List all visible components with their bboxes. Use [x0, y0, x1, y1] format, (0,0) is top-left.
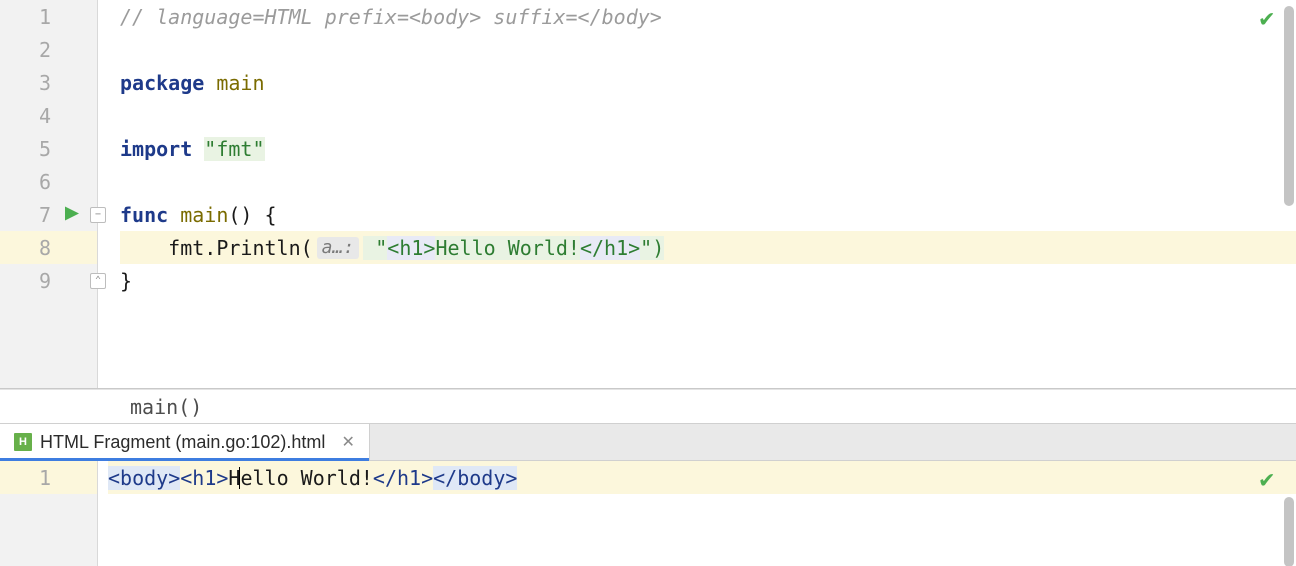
tab-title: HTML Fragment (main.go:102).html: [40, 432, 325, 453]
closing-brace: }: [120, 269, 132, 293]
embedded-tag-open: <h1>: [387, 236, 435, 260]
line-number[interactable]: 3: [0, 66, 97, 99]
import-path: "fmt": [204, 137, 264, 161]
func-signature-tail: () {: [228, 203, 276, 227]
kw-func: func: [120, 203, 168, 227]
html-file-icon: [14, 433, 32, 451]
line-number[interactable]: 1: [0, 0, 97, 33]
tag-h1-open: <h1>: [180, 466, 228, 490]
embedded-text: Hello World!: [435, 236, 580, 260]
line-number[interactable]: 6: [0, 165, 97, 198]
call-fmt: fmt: [168, 236, 204, 260]
inspection-ok-icon[interactable]: ✔: [1260, 6, 1274, 30]
vertical-scrollbar[interactable]: [1284, 6, 1294, 206]
tag-h1-close: </h1>: [373, 466, 433, 490]
close-icon[interactable]: ✕: [341, 432, 354, 452]
line-number[interactable]: 2: [0, 33, 97, 66]
tag-body-open: <body>: [108, 466, 180, 490]
top-code-area[interactable]: // language=HTML prefix=<body> suffix=</…: [98, 0, 1296, 388]
top-editor-pane: 1 2 3 4 5 6 7 − 8 9 ⌃ // language=HTML p…: [0, 0, 1296, 389]
fragment-text-b: ello World!: [240, 466, 372, 490]
bottom-gutter: 1: [0, 461, 98, 566]
embedded-tag-close: </h1>: [580, 236, 640, 260]
inspection-ok-icon[interactable]: ✔: [1260, 467, 1274, 491]
call-println: .Println(: [204, 236, 312, 260]
ident-main-fn: main: [180, 203, 228, 227]
top-gutter: 1 2 3 4 5 6 7 − 8 9 ⌃: [0, 0, 98, 388]
tab-html-fragment[interactable]: HTML Fragment (main.go:102).html ✕: [0, 424, 370, 460]
line-number[interactable]: 4: [0, 99, 97, 132]
line-number[interactable]: 7 −: [0, 198, 97, 231]
code-comment: // language=HTML prefix=<body> suffix=</…: [120, 5, 662, 29]
breadcrumb[interactable]: main(): [0, 389, 1296, 423]
tag-body-close: </body>: [433, 466, 517, 490]
kw-import: import: [120, 137, 192, 161]
kw-package: package: [120, 71, 204, 95]
line-number[interactable]: 1: [0, 461, 97, 494]
line-number[interactable]: 9 ⌃: [0, 264, 97, 297]
line-number[interactable]: 8: [0, 231, 97, 264]
bottom-editor-pane: 1 <body><h1>Hello World!</h1></body> ✔: [0, 461, 1296, 566]
fragment-tab-bar: HTML Fragment (main.go:102).html ✕: [0, 423, 1296, 461]
breadcrumb-item[interactable]: main(): [130, 395, 202, 419]
param-hint: a…:: [317, 237, 360, 259]
bottom-code-area[interactable]: <body><h1>Hello World!</h1></body> ✔: [98, 461, 1296, 566]
run-triangle-icon[interactable]: [65, 205, 79, 224]
vertical-scrollbar[interactable]: [1284, 497, 1294, 566]
ident-main: main: [216, 71, 264, 95]
line-number[interactable]: 5: [0, 132, 97, 165]
